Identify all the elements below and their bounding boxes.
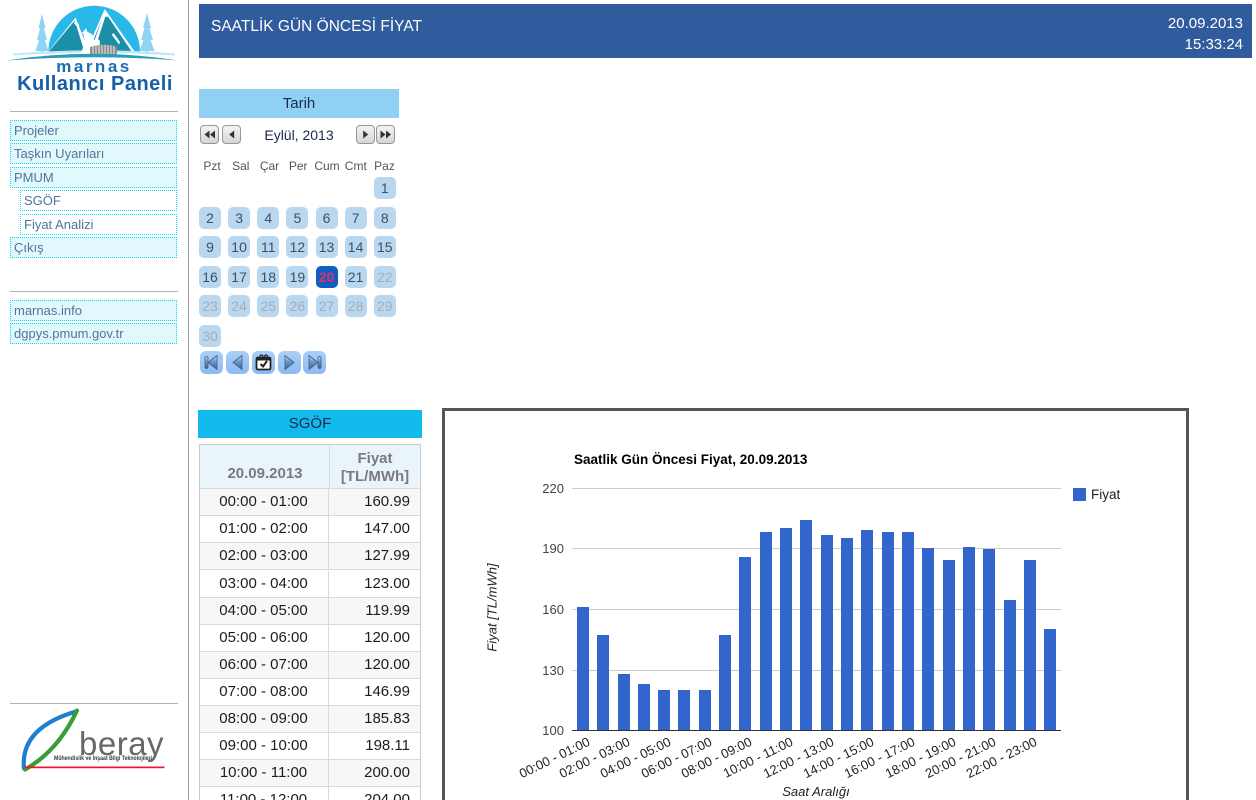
svg-text:Mühendislik ve İnşaat Bilgi Te: Mühendislik ve İnşaat Bilgi Teknolojiler… (54, 755, 152, 762)
svg-text:Kullanıcı Paneli: Kullanıcı Paneli (17, 73, 173, 95)
